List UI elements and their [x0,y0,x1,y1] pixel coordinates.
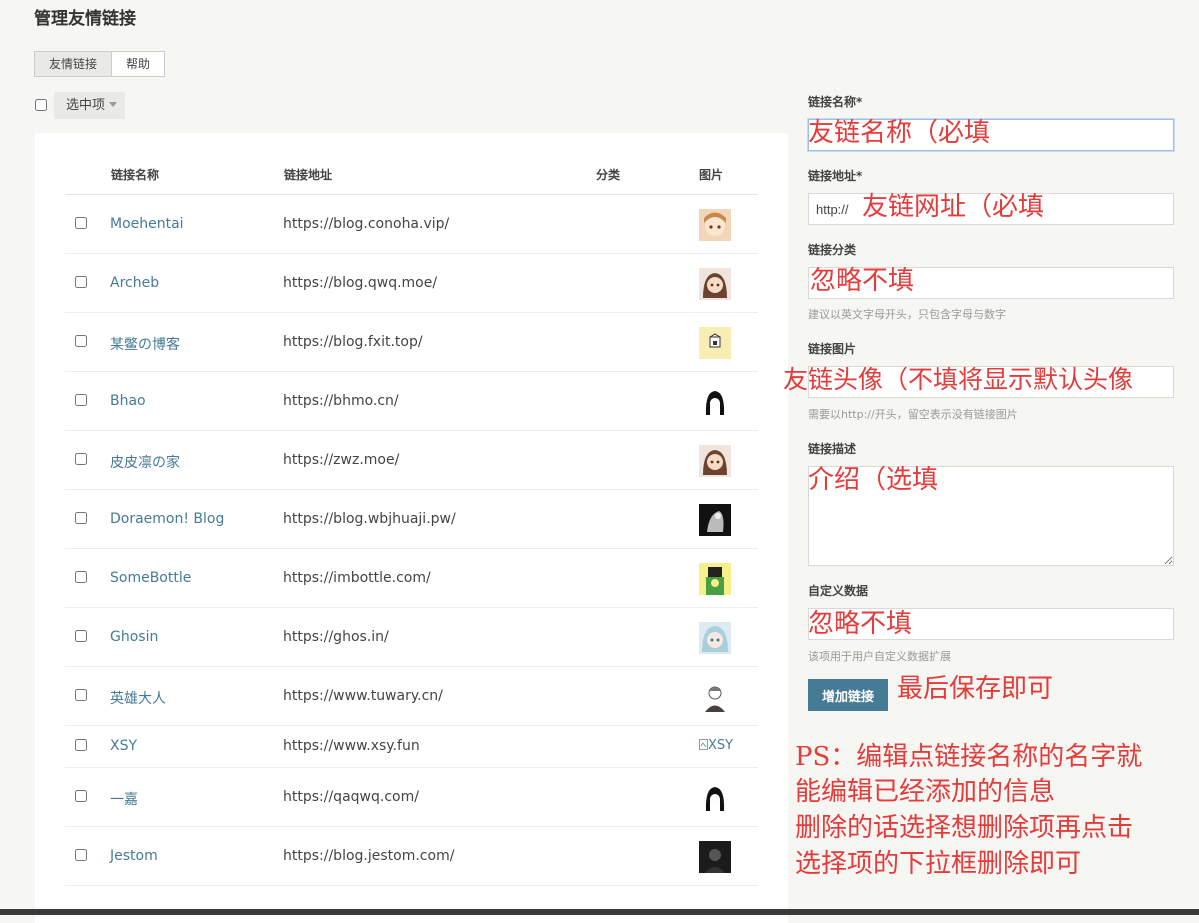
row-checkbox[interactable] [75,689,87,701]
row-checkbox[interactable] [75,217,87,229]
table-row: Bhao https://bhmo.cn/ [65,372,758,431]
avatar [699,622,731,654]
link-name[interactable]: 皮皮凛の家 [110,452,180,472]
custom-data-hint: 该项用于用户自定义数据扩展 [808,650,951,663]
avatar [699,563,731,595]
link-name[interactable]: Moehentai [110,216,184,232]
category-hint: 建议以英文字母开头，只包含字母与数字 [808,308,1006,321]
table-row: 皮皮凛の家 https://zwz.moe/ [65,431,758,490]
link-name[interactable]: 一嘉 [110,789,138,809]
link-name[interactable]: 某鳖の博客 [110,334,180,354]
link-url: https://ghos.in/ [283,629,389,645]
row-checkbox[interactable] [75,394,87,406]
annotation-url: 友链网址（必填 [862,192,1045,222]
column-header-name: 链接名称 [111,168,160,182]
avatar [699,782,731,814]
link-name[interactable]: 英雄大人 [110,688,166,708]
table-row: Moehentai https://blog.conoha.vip/ [65,195,758,254]
description-field-label: 链接描述 [808,442,857,456]
column-header-url: 链接地址 [284,168,333,182]
table-row: Jestom https://blog.jestom.com/ [65,827,758,886]
link-name[interactable]: XSY [110,738,137,754]
link-url: https://blog.conoha.vip/ [283,216,450,232]
tab-help[interactable]: 帮助 [112,51,166,77]
annotation-ps-line-4: 选择项的下拉框删除即可 [795,849,1082,879]
link-url: https://imbottle.com/ [283,570,431,586]
row-checkbox[interactable] [75,630,87,642]
taskbar-edge [0,909,1199,915]
annotation-ps-line-3: 删除的话选择想删除项再点击 [795,813,1134,843]
bulk-action-dropdown[interactable]: 选中项 [54,92,126,119]
caret-down-icon [109,102,118,107]
link-url: https://blog.fxit.top/ [283,334,423,350]
add-link-button[interactable]: 增加链接 [808,679,888,711]
avatar [699,209,731,241]
image-alt-text: XSY [708,738,734,753]
avatar [699,681,731,713]
link-url: https://www.tuwary.cn/ [283,688,443,704]
link-name[interactable]: Bhao [110,393,146,409]
link-url: https://blog.wbjhuaji.pw/ [283,511,456,527]
table-row: 一嘉 https://qaqwq.com/ [65,768,758,827]
annotation-ps-line-1: PS：编辑点链接名称的名字就 [795,742,1143,772]
custom-data-field-label: 自定义数据 [808,584,869,598]
table-row: 某鳖の博客 https://blog.fxit.top/ [65,313,758,372]
column-header-image: 图片 [699,168,724,182]
annotation-name: 友链名称（必填 [808,118,991,148]
table-row: Doraemon! Blog https://blog.wbjhuaji.pw/ [65,490,758,549]
avatar [699,504,731,536]
link-name[interactable]: Doraemon! Blog [110,511,224,527]
avatar [699,268,731,300]
image-hint: 需要以http://开头，留空表示没有链接图片 [808,408,1018,421]
link-url: https://bhmo.cn/ [283,393,399,409]
row-checkbox[interactable] [75,849,87,861]
column-header-category: 分类 [596,168,621,182]
annotation-category: 忽略不填 [810,266,915,296]
broken-image-icon: XSY [699,738,733,753]
tab-links[interactable]: 友情链接 [34,51,113,77]
table-row: SomeBottle https://imbottle.com/ [65,549,758,608]
annotation-image: 友链头像（不填将显示默认头像 [783,365,1134,394]
row-checkbox[interactable] [75,790,87,802]
link-url: https://zwz.moe/ [283,452,400,468]
avatar [699,841,731,873]
annotation-ps-line-2: 能编辑已经添加的信息 [795,777,1056,807]
row-checkbox[interactable] [75,512,87,524]
table-row: Archeb https://blog.qwq.moe/ [65,254,758,313]
name-field-label: 链接名称* [808,95,863,109]
link-name[interactable]: SomeBottle [110,570,191,586]
link-url: https://blog.jestom.com/ [283,848,455,864]
link-url: https://qaqwq.com/ [283,789,419,805]
row-checkbox[interactable] [75,571,87,583]
table-row: Ghosin https://ghos.in/ [65,608,758,667]
table-row: XSY https://www.xsy.fun XSY [65,726,758,768]
image-field-label: 链接图片 [808,342,857,356]
row-checkbox[interactable] [75,276,87,288]
row-checkbox[interactable] [75,453,87,465]
annotation-save: 最后保存即可 [897,674,1054,704]
link-name[interactable]: Archeb [110,275,159,291]
bulk-action-label: 选中项 [66,98,106,113]
link-name[interactable]: Ghosin [110,629,158,645]
avatar [699,386,731,418]
page-title: 管理友情链接 [34,9,136,29]
category-field-label: 链接分类 [808,243,857,257]
avatar [699,327,731,359]
tab-bar: 友情链接 帮助 [34,51,166,77]
url-field-label: 链接地址* [808,169,863,183]
table-row: 英雄大人 https://www.tuwary.cn/ [65,667,758,726]
row-checkbox[interactable] [75,739,87,751]
link-url: https://www.xsy.fun [283,738,420,754]
link-url: https://blog.qwq.moe/ [283,275,438,291]
avatar [699,445,731,477]
select-all-checkbox[interactable] [35,99,47,111]
row-checkbox[interactable] [75,335,87,347]
annotation-custom-data: 忽略不填 [808,609,913,639]
annotation-description: 介绍（选填 [808,465,939,495]
link-name[interactable]: Jestom [110,848,158,864]
